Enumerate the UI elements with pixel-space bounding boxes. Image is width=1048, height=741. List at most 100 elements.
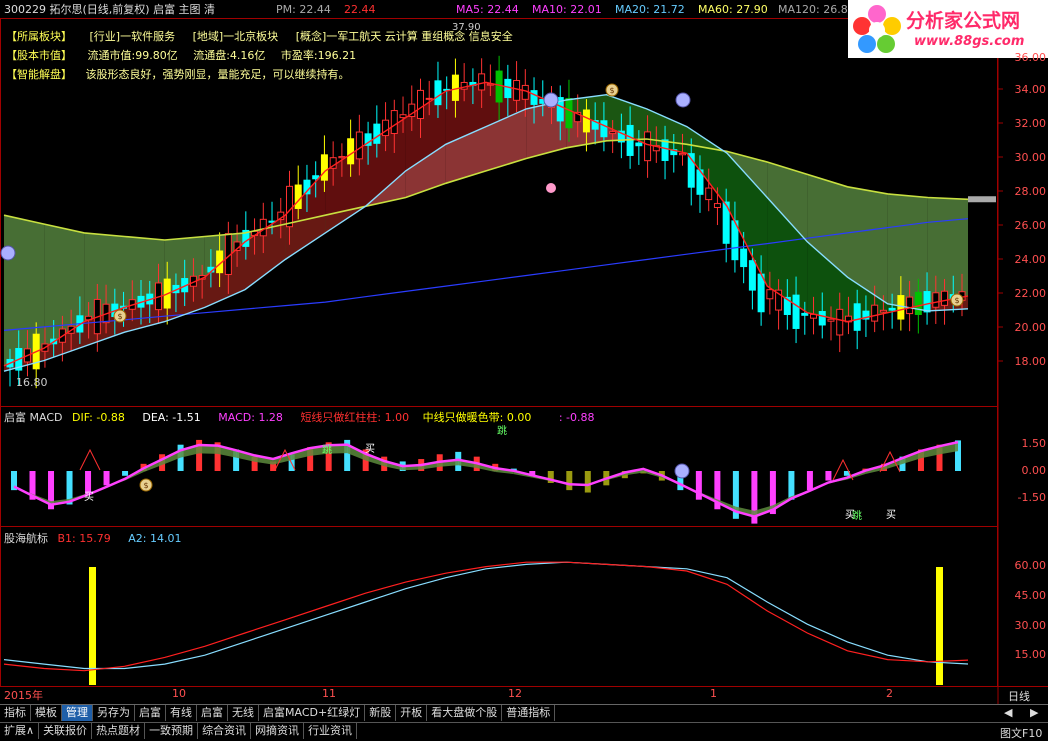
- info-tab-expand[interactable]: 扩展∧: [0, 723, 40, 739]
- macd-bar: [103, 471, 110, 486]
- analysis-text: 该股形态良好，强势刚显，量能充足，可以继续持有。: [85, 68, 350, 81]
- sad-face-icon: [674, 463, 690, 479]
- period-button[interactable]: 日线: [1008, 688, 1030, 704]
- toolbar-button-qifu-macd[interactable]: 启富MACD+红绿灯: [259, 705, 366, 721]
- candle-body: [661, 139, 669, 161]
- signal-label: 跳: [322, 443, 332, 456]
- info-tab-web-digest[interactable]: 网摘资讯: [251, 723, 305, 739]
- candle-body: [879, 309, 887, 313]
- candle-body: [347, 138, 355, 165]
- info-tab-consensus[interactable]: 一致预期: [145, 723, 199, 739]
- toolbar-button-qifu-2[interactable]: 启富: [197, 705, 228, 721]
- date-tick: 11: [322, 687, 336, 700]
- macd-header: 启富 MACD DIF: -0.88 DEA: -1.51 MACD: 1.28…: [4, 409, 595, 425]
- info-toolbar: 扩展∧ 关联报价 热点题材 一致预期 综合资讯 网摘资讯 行业资讯 图文F10: [0, 722, 1048, 741]
- candle-body: [434, 80, 442, 106]
- toolbar-button-market-watch[interactable]: 看大盘做个股: [427, 705, 503, 721]
- candle-body: [320, 154, 328, 181]
- candle-body: [609, 131, 617, 135]
- toolbar-button-with-line[interactable]: 有线: [166, 705, 197, 721]
- date-tick: 2015年: [4, 689, 43, 702]
- signal-bar: [89, 567, 96, 685]
- macd-value: MACD: 1.28: [218, 411, 283, 424]
- candle-body: [888, 307, 896, 311]
- macd-bar: [566, 471, 573, 491]
- sector-industry: [行业]一软件服务: [89, 30, 176, 43]
- signal-bar: [936, 567, 943, 685]
- toolbar-button-template[interactable]: 模板: [31, 705, 62, 721]
- date-tick: 2: [886, 687, 893, 700]
- scroll-right-icon[interactable]: ▶: [1030, 706, 1038, 719]
- candle-body: [504, 78, 512, 99]
- price-tick: 28.00: [1014, 185, 1047, 198]
- nav-b1: B1: 15.79: [57, 532, 111, 545]
- candle-body: [513, 80, 521, 101]
- candle-body: [530, 90, 538, 105]
- toolbar-button-qifu[interactable]: 启富: [135, 705, 166, 721]
- logo-title: 分析家公式网: [906, 10, 1021, 32]
- macd-bar: [806, 471, 813, 491]
- candle-body: [941, 290, 949, 306]
- float-market-value: 流通市值:99.80亿: [87, 49, 178, 62]
- macd-dif: DIF: -0.88: [71, 411, 125, 424]
- pink-dot-icon: [546, 183, 556, 193]
- candle-body: [399, 114, 407, 119]
- coin-icon-label: $: [954, 296, 959, 305]
- logo-url: www.88gs.com: [914, 34, 1025, 49]
- signal-label: 跳: [497, 424, 507, 437]
- coin-icon-label: $: [609, 86, 614, 95]
- toolbar-button-indicator[interactable]: 指标: [0, 705, 31, 721]
- coin-icon-label: $: [117, 312, 122, 321]
- macd-short: 短线只做红柱柱: 1.00: [300, 411, 410, 424]
- scroll-left-icon[interactable]: ◀: [1004, 706, 1012, 719]
- signal-label: 跳: [852, 509, 862, 522]
- nav-panel-frame: [0, 526, 998, 687]
- toolbar-button-common-indicator[interactable]: 普通指标: [502, 705, 556, 721]
- low-price-label: 16.80: [16, 376, 48, 389]
- candle-body: [478, 73, 486, 91]
- date-tick: 10: [172, 687, 186, 700]
- sector-region: [地域]一北京板块: [192, 30, 279, 43]
- nav-tick: 60.00: [1014, 559, 1047, 572]
- toolbar-button-manage[interactable]: 管理: [62, 705, 93, 721]
- candle-body: [827, 318, 835, 322]
- macd-name: 启富 MACD: [4, 411, 63, 424]
- nav-tick: 30.00: [1014, 619, 1047, 632]
- info-tab-related-quote[interactable]: 关联报价: [39, 723, 93, 739]
- toolbar-button-save-as[interactable]: 另存为: [93, 705, 135, 721]
- info-tab-hot-topic[interactable]: 热点题材: [92, 723, 146, 739]
- toolbar-button-new-stock[interactable]: 新股: [365, 705, 397, 721]
- info-tab-general-news[interactable]: 综合资讯: [198, 723, 252, 739]
- candle-body: [740, 248, 748, 268]
- macd-mid: 中线只做暖色带: 0.00: [422, 411, 532, 424]
- site-logo: 分析家公式网 www.88gs.com: [848, 0, 1048, 58]
- ma120-label: MA120: 26.8: [778, 3, 848, 16]
- pe-ratio: 市盈率:196.21: [280, 49, 357, 62]
- candle-body: [416, 89, 424, 120]
- candle-body: [836, 308, 844, 336]
- nav-name: 股海航标: [4, 532, 48, 545]
- b1-line: [3, 561, 969, 672]
- candle-body: [382, 119, 390, 137]
- macd-tick: -1.50: [1017, 491, 1046, 504]
- toolbar-button-open-board[interactable]: 开板: [396, 705, 428, 721]
- macd-dea: DEA: -1.51: [142, 411, 201, 424]
- macd-bar: [584, 471, 591, 493]
- candle-body: [914, 291, 922, 315]
- candle-body: [425, 97, 433, 100]
- price-tick: 32.00: [1014, 117, 1047, 130]
- candle-body: [390, 110, 398, 134]
- capital-tag: 【股本市值】: [6, 49, 72, 62]
- float-shares: 流通盘:4.16亿: [193, 49, 266, 62]
- sad-face-icon: [0, 245, 16, 261]
- toolbar-button-no-line[interactable]: 无线: [228, 705, 259, 721]
- candle-body: [355, 131, 363, 160]
- ma20-label: MA20: 21.72: [615, 3, 685, 16]
- info-tab-industry-news[interactable]: 行业资讯: [304, 723, 358, 739]
- info-row-analysis: 【智能解盘】 该股形态良好，强势刚显，量能充足，可以继续持有。: [6, 66, 350, 83]
- price-tick: 24.00: [1014, 253, 1047, 266]
- price-tick: 20.00: [1014, 321, 1047, 334]
- macd-extra: : -0.88: [558, 411, 595, 424]
- f10-button[interactable]: 图文F10: [1000, 725, 1042, 741]
- macd-tick: 0.00: [1021, 464, 1047, 477]
